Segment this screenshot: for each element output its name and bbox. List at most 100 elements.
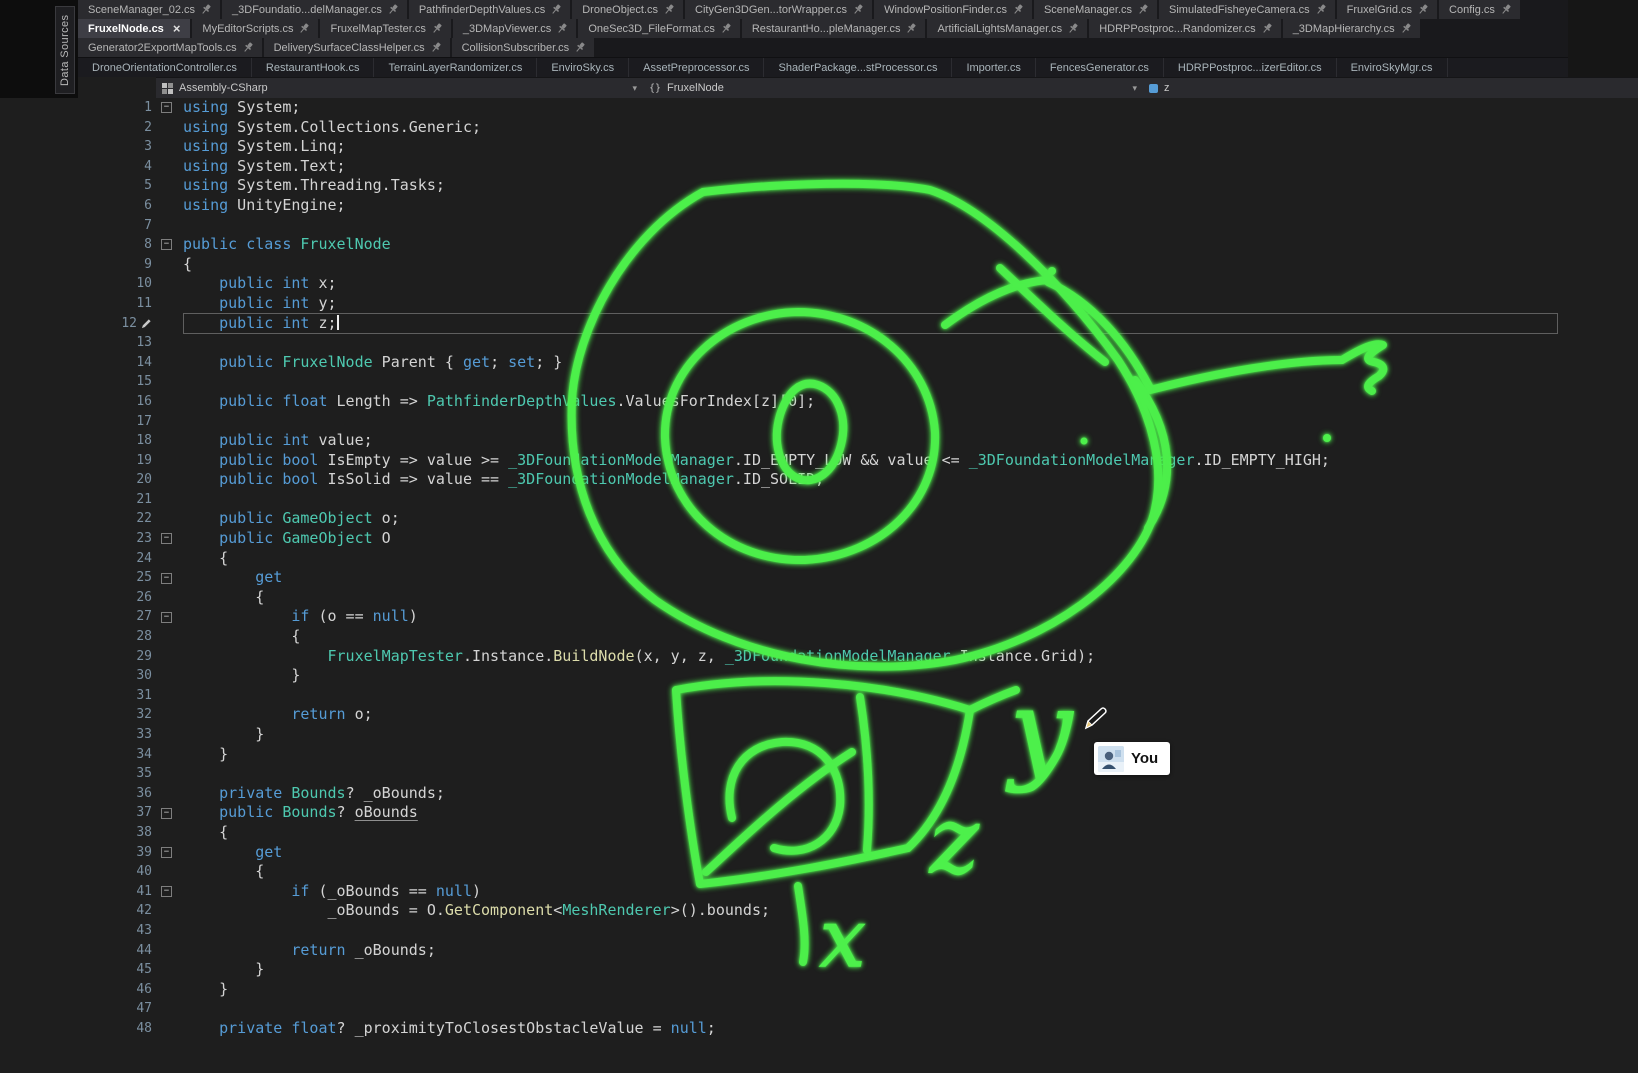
breadcrumb-member-dropdown[interactable]: z bbox=[1143, 78, 1176, 98]
pin-icon[interactable] bbox=[719, 22, 732, 36]
tab-SimulatedFisheyeCamera.cs[interactable]: SimulatedFisheyeCamera.cs bbox=[1159, 0, 1335, 19]
pin-icon[interactable] bbox=[1067, 22, 1080, 36]
fold-toggle[interactable]: − bbox=[161, 847, 172, 858]
fold-toggle[interactable]: − bbox=[161, 886, 172, 897]
code-line-15[interactable]: 15 bbox=[0, 372, 1638, 392]
pin-icon[interactable] bbox=[550, 3, 563, 17]
code-line-45[interactable]: 45 } bbox=[0, 960, 1638, 980]
code-line-18[interactable]: 18 public int value; bbox=[0, 431, 1638, 451]
chevron-down-icon[interactable]: ▾ bbox=[632, 83, 637, 94]
tab-RestaurantHo...pleManager.cs[interactable]: RestaurantHo...pleManager.cs bbox=[742, 19, 926, 38]
code-line-14[interactable]: 14 public FruxelNode Parent { get; set; … bbox=[0, 353, 1638, 373]
tab-SceneManager.cs[interactable]: SceneManager.cs bbox=[1034, 0, 1157, 19]
code-line-37[interactable]: 37− public Bounds? oBounds bbox=[0, 803, 1638, 823]
code-line-44[interactable]: 44 return _oBounds; bbox=[0, 941, 1638, 961]
pin-icon[interactable] bbox=[430, 22, 443, 36]
pin-icon[interactable] bbox=[851, 3, 864, 17]
code-line-22[interactable]: 22 public GameObject o; bbox=[0, 509, 1638, 529]
code-line-11[interactable]: 11 public int y; bbox=[0, 294, 1638, 314]
tab-CollisionSubscriber.cs[interactable]: CollisionSubscriber.cs bbox=[452, 38, 595, 57]
pin-icon[interactable] bbox=[574, 41, 587, 55]
tab-TerrainLayerRandomizer.cs[interactable]: TerrainLayerRandomizer.cs bbox=[374, 58, 537, 77]
tab-EnviroSky.cs[interactable]: EnviroSky.cs bbox=[537, 58, 629, 77]
fold-toggle[interactable]: − bbox=[161, 612, 172, 623]
tab-Config.cs[interactable]: Config.cs bbox=[1439, 0, 1520, 19]
fold-toggle[interactable]: − bbox=[161, 239, 172, 250]
code-line-16[interactable]: 16 public float Length => PathfinderDept… bbox=[0, 392, 1638, 412]
code-line-33[interactable]: 33 } bbox=[0, 725, 1638, 745]
tab-RestaurantHook.cs[interactable]: RestaurantHook.cs bbox=[252, 58, 375, 77]
pin-icon[interactable] bbox=[386, 3, 399, 17]
tab-HDRPPostproc...Randomizer.cs[interactable]: HDRPPostproc...Randomizer.cs bbox=[1089, 19, 1281, 38]
code-line-7[interactable]: 7 bbox=[0, 216, 1638, 236]
tab-MyEditorScripts.cs[interactable]: MyEditorScripts.cs bbox=[192, 19, 318, 38]
code-line-31[interactable]: 31 bbox=[0, 686, 1638, 706]
code-line-36[interactable]: 36 private Bounds? _oBounds; bbox=[0, 784, 1638, 804]
chevron-down-icon[interactable]: ▾ bbox=[1132, 83, 1137, 94]
code-line-26[interactable]: 26 { bbox=[0, 588, 1638, 608]
tab-_3DMapHierarchy.cs[interactable]: _3DMapHierarchy.cs bbox=[1283, 19, 1420, 38]
tab-ShaderPackage...stProcessor.cs[interactable]: ShaderPackage...stProcessor.cs bbox=[764, 58, 952, 77]
code-line-48[interactable]: 48 private float? _proximityToClosestObs… bbox=[0, 1019, 1638, 1039]
breadcrumb-type-dropdown[interactable]: {} FruxelNode ▾ bbox=[643, 78, 1143, 98]
code-line-19[interactable]: 19 public bool IsEmpty => value >= _3DFo… bbox=[0, 451, 1638, 471]
tab-CityGen3DGen...torWrapper.cs[interactable]: CityGen3DGen...torWrapper.cs bbox=[685, 0, 872, 19]
code-line-35[interactable]: 35 bbox=[0, 764, 1638, 784]
code-line-46[interactable]: 46 } bbox=[0, 980, 1638, 1000]
breadcrumb-project-dropdown[interactable]: Assembly-CSharp ▾ bbox=[156, 78, 643, 98]
pin-icon[interactable] bbox=[556, 22, 569, 36]
tab-HDRPPostproc...izerEditor.cs[interactable]: HDRPPostproc...izerEditor.cs bbox=[1164, 58, 1337, 77]
code-line-41[interactable]: 41− if (_oBounds == null) bbox=[0, 882, 1638, 902]
code-line-2[interactable]: 2using System.Collections.Generic; bbox=[0, 118, 1638, 138]
code-line-5[interactable]: 5using System.Threading.Tasks; bbox=[0, 176, 1638, 196]
tab-FruxelNode.cs[interactable]: FruxelNode.cs× bbox=[78, 19, 190, 38]
fold-toggle[interactable]: − bbox=[161, 573, 172, 584]
tab-ArtificialLightsManager.cs[interactable]: ArtificialLightsManager.cs bbox=[927, 19, 1087, 38]
code-line-42[interactable]: 42 _oBounds = O.GetComponent<MeshRendere… bbox=[0, 901, 1638, 921]
code-line-27[interactable]: 27− if (o == null) bbox=[0, 607, 1638, 627]
tab-OneSec3D_FileFormat.cs[interactable]: OneSec3D_FileFormat.cs bbox=[578, 19, 740, 38]
close-icon[interactable]: × bbox=[171, 22, 181, 35]
tab-WindowPositionFinder.cs[interactable]: WindowPositionFinder.cs bbox=[874, 0, 1032, 19]
pin-icon[interactable] bbox=[662, 3, 675, 17]
tab-Importer.cs[interactable]: Importer.cs bbox=[952, 58, 1035, 77]
tab-DroneObject.cs[interactable]: DroneObject.cs bbox=[572, 0, 683, 19]
code-line-29[interactable]: 29 FruxelMapTester.Instance.BuildNode(x,… bbox=[0, 647, 1638, 667]
tab-_3DFoundatio...delManager.cs[interactable]: _3DFoundatio...delManager.cs bbox=[222, 0, 407, 19]
tab-SceneManager_02.cs[interactable]: SceneManager_02.cs bbox=[78, 0, 220, 19]
fold-toggle[interactable]: − bbox=[161, 102, 172, 113]
tab-Generator2ExportMapTools.cs[interactable]: Generator2ExportMapTools.cs bbox=[78, 38, 262, 57]
code-line-47[interactable]: 47 bbox=[0, 999, 1638, 1019]
code-line-4[interactable]: 4using System.Text; bbox=[0, 157, 1638, 177]
fold-toggle[interactable]: − bbox=[161, 533, 172, 544]
pin-icon[interactable] bbox=[1416, 3, 1429, 17]
code-line-40[interactable]: 40 { bbox=[0, 862, 1638, 882]
code-line-30[interactable]: 30 } bbox=[0, 666, 1638, 686]
tab-FruxelGrid.cs[interactable]: FruxelGrid.cs bbox=[1337, 0, 1437, 19]
tab-_3DMapViewer.cs[interactable]: _3DMapViewer.cs bbox=[453, 19, 576, 38]
code-line-13[interactable]: 13 bbox=[0, 333, 1638, 353]
code-line-12[interactable]: 12 public int z; bbox=[0, 314, 1638, 334]
code-line-32[interactable]: 32 return o; bbox=[0, 705, 1638, 725]
fold-toggle[interactable]: − bbox=[161, 808, 172, 819]
code-line-1[interactable]: 1−using System; bbox=[0, 98, 1638, 118]
code-line-24[interactable]: 24 { bbox=[0, 549, 1638, 569]
pin-icon[interactable] bbox=[241, 41, 254, 55]
pin-icon[interactable] bbox=[1136, 3, 1149, 17]
code-line-21[interactable]: 21 bbox=[0, 490, 1638, 510]
code-line-17[interactable]: 17 bbox=[0, 412, 1638, 432]
pin-icon[interactable] bbox=[298, 22, 311, 36]
pin-icon[interactable] bbox=[1499, 3, 1512, 17]
code-line-38[interactable]: 38 { bbox=[0, 823, 1638, 843]
code-line-8[interactable]: 8−public class FruxelNode bbox=[0, 235, 1638, 255]
tab-EnviroSkyMgr.cs[interactable]: EnviroSkyMgr.cs bbox=[1337, 58, 1448, 77]
code-line-25[interactable]: 25− get bbox=[0, 568, 1638, 588]
code-line-20[interactable]: 20 public bool IsSolid => value == _3DFo… bbox=[0, 470, 1638, 490]
pin-icon[interactable] bbox=[1314, 3, 1327, 17]
code-line-43[interactable]: 43 bbox=[0, 921, 1638, 941]
code-line-10[interactable]: 10 public int x; bbox=[0, 274, 1638, 294]
code-line-39[interactable]: 39− get bbox=[0, 843, 1638, 863]
tab-AssetPreprocessor.cs[interactable]: AssetPreprocessor.cs bbox=[629, 58, 764, 77]
data-sources-tab[interactable]: Data Sources bbox=[55, 6, 75, 94]
code-line-28[interactable]: 28 { bbox=[0, 627, 1638, 647]
